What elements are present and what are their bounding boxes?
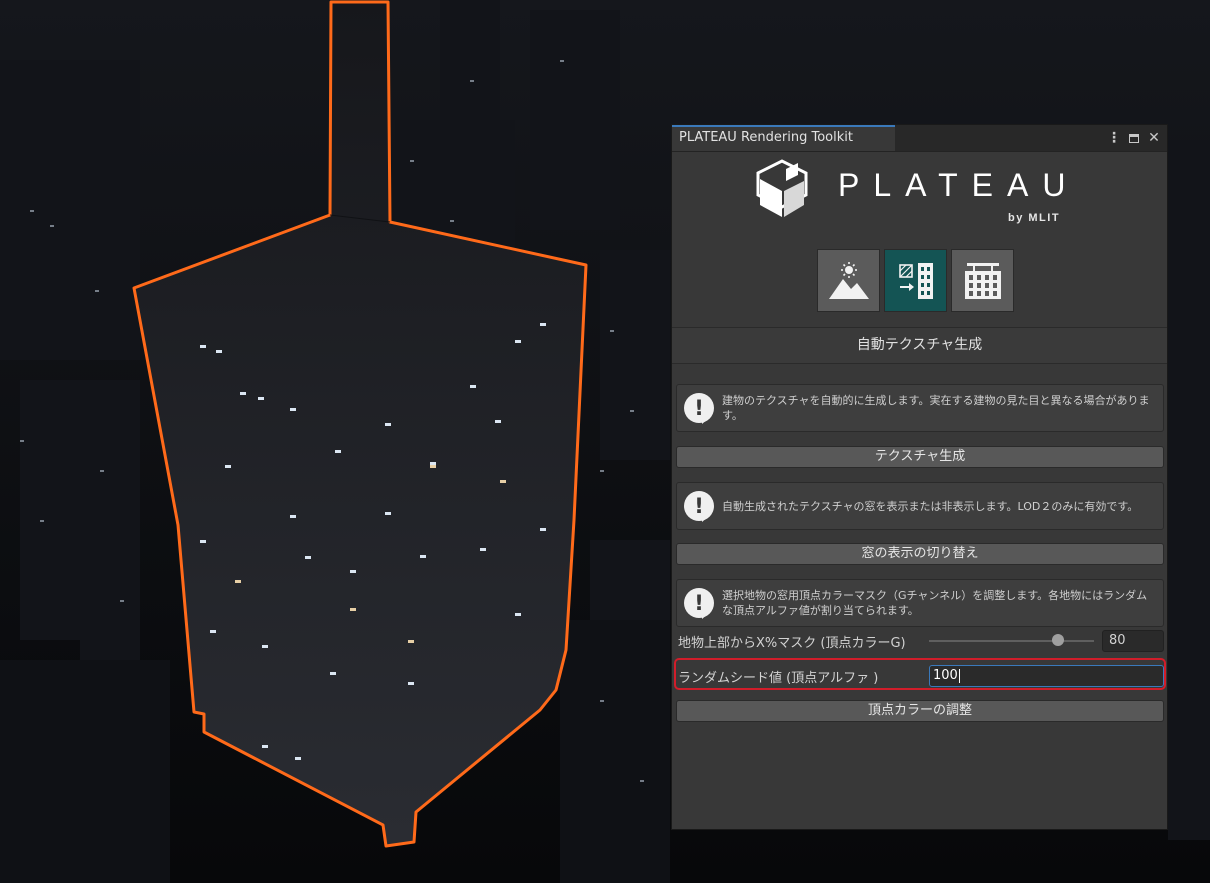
seed-value: 100	[933, 668, 958, 683]
help-box-window: ! 自動生成されたテクスチャの窓を表示または非表示します。LOD２のみに有効です…	[676, 482, 1164, 530]
mask-slider-thumb[interactable]	[1052, 634, 1064, 646]
section-title: 自動テクスチャ生成	[672, 327, 1167, 364]
window-tab[interactable]: PLATEAU Rendering Toolkit	[672, 125, 895, 151]
adjust-vertex-color-button[interactable]: 頂点カラーの調整	[676, 700, 1164, 722]
plateau-logo: PLATEAU by MLIT	[754, 159, 1084, 234]
info-icon: !	[684, 491, 714, 522]
building-texture-icon	[898, 262, 933, 299]
environment-mode-button[interactable]	[817, 249, 880, 312]
info-icon: !	[684, 588, 714, 619]
logo-tagline: by MLIT	[1008, 212, 1061, 224]
generate-texture-button[interactable]: テクスチャ生成	[676, 446, 1164, 468]
panel-titlebar: PLATEAU Rendering Toolkit ⋮ ✕	[672, 125, 1167, 152]
more-options-icon[interactable]: ⋮	[1107, 128, 1121, 148]
mode-buttons	[817, 249, 1014, 312]
seed-label: ランダムシード値 (頂点アルファ )	[678, 671, 879, 686]
window-controls: ⋮ ✕	[1107, 128, 1161, 148]
plateau-logo-mark-icon	[756, 159, 808, 217]
building-icon	[964, 262, 1001, 299]
help-text: 自動生成されたテクスチャの窓を表示または非表示します。LOD２のみに有効です。	[722, 499, 1139, 513]
landscape-sun-icon	[828, 261, 869, 299]
rendering-toolkit-panel: PLATEAU Rendering Toolkit ⋮ ✕ PLATEAU by…	[671, 124, 1168, 830]
mask-label: 地物上部からX%マスク (頂点カラーG)	[678, 636, 906, 651]
help-text: 選択地物の窓用頂点カラーマスク（Gチャンネル）を調整します。各地物にはランダムな…	[722, 589, 1148, 617]
maximize-icon[interactable]	[1129, 133, 1139, 143]
text-caret	[958, 668, 960, 683]
help-box-texture: ! 建物のテクスチャを自動的に生成します。実在する建物の見た目と異なる場合があり…	[676, 384, 1164, 432]
mask-value-field[interactable]: 80	[1102, 630, 1164, 652]
seed-value-field[interactable]: 100	[929, 665, 1164, 687]
logo-name: PLATEAU	[838, 167, 1080, 203]
toggle-window-button[interactable]: 窓の表示の切り替え	[676, 543, 1164, 565]
mask-slider[interactable]	[929, 640, 1094, 642]
help-box-vertex: ! 選択地物の窓用頂点カラーマスク（Gチャンネル）を調整します。各地物にはランダ…	[676, 579, 1164, 627]
building-mode-button[interactable]	[951, 249, 1014, 312]
info-icon: !	[684, 393, 714, 424]
close-icon[interactable]: ✕	[1147, 128, 1161, 148]
auto-texture-mode-button[interactable]	[884, 249, 947, 312]
help-text: 建物のテクスチャを自動的に生成します。実在する建物の見た目と異なる場合があります…	[722, 394, 1150, 422]
